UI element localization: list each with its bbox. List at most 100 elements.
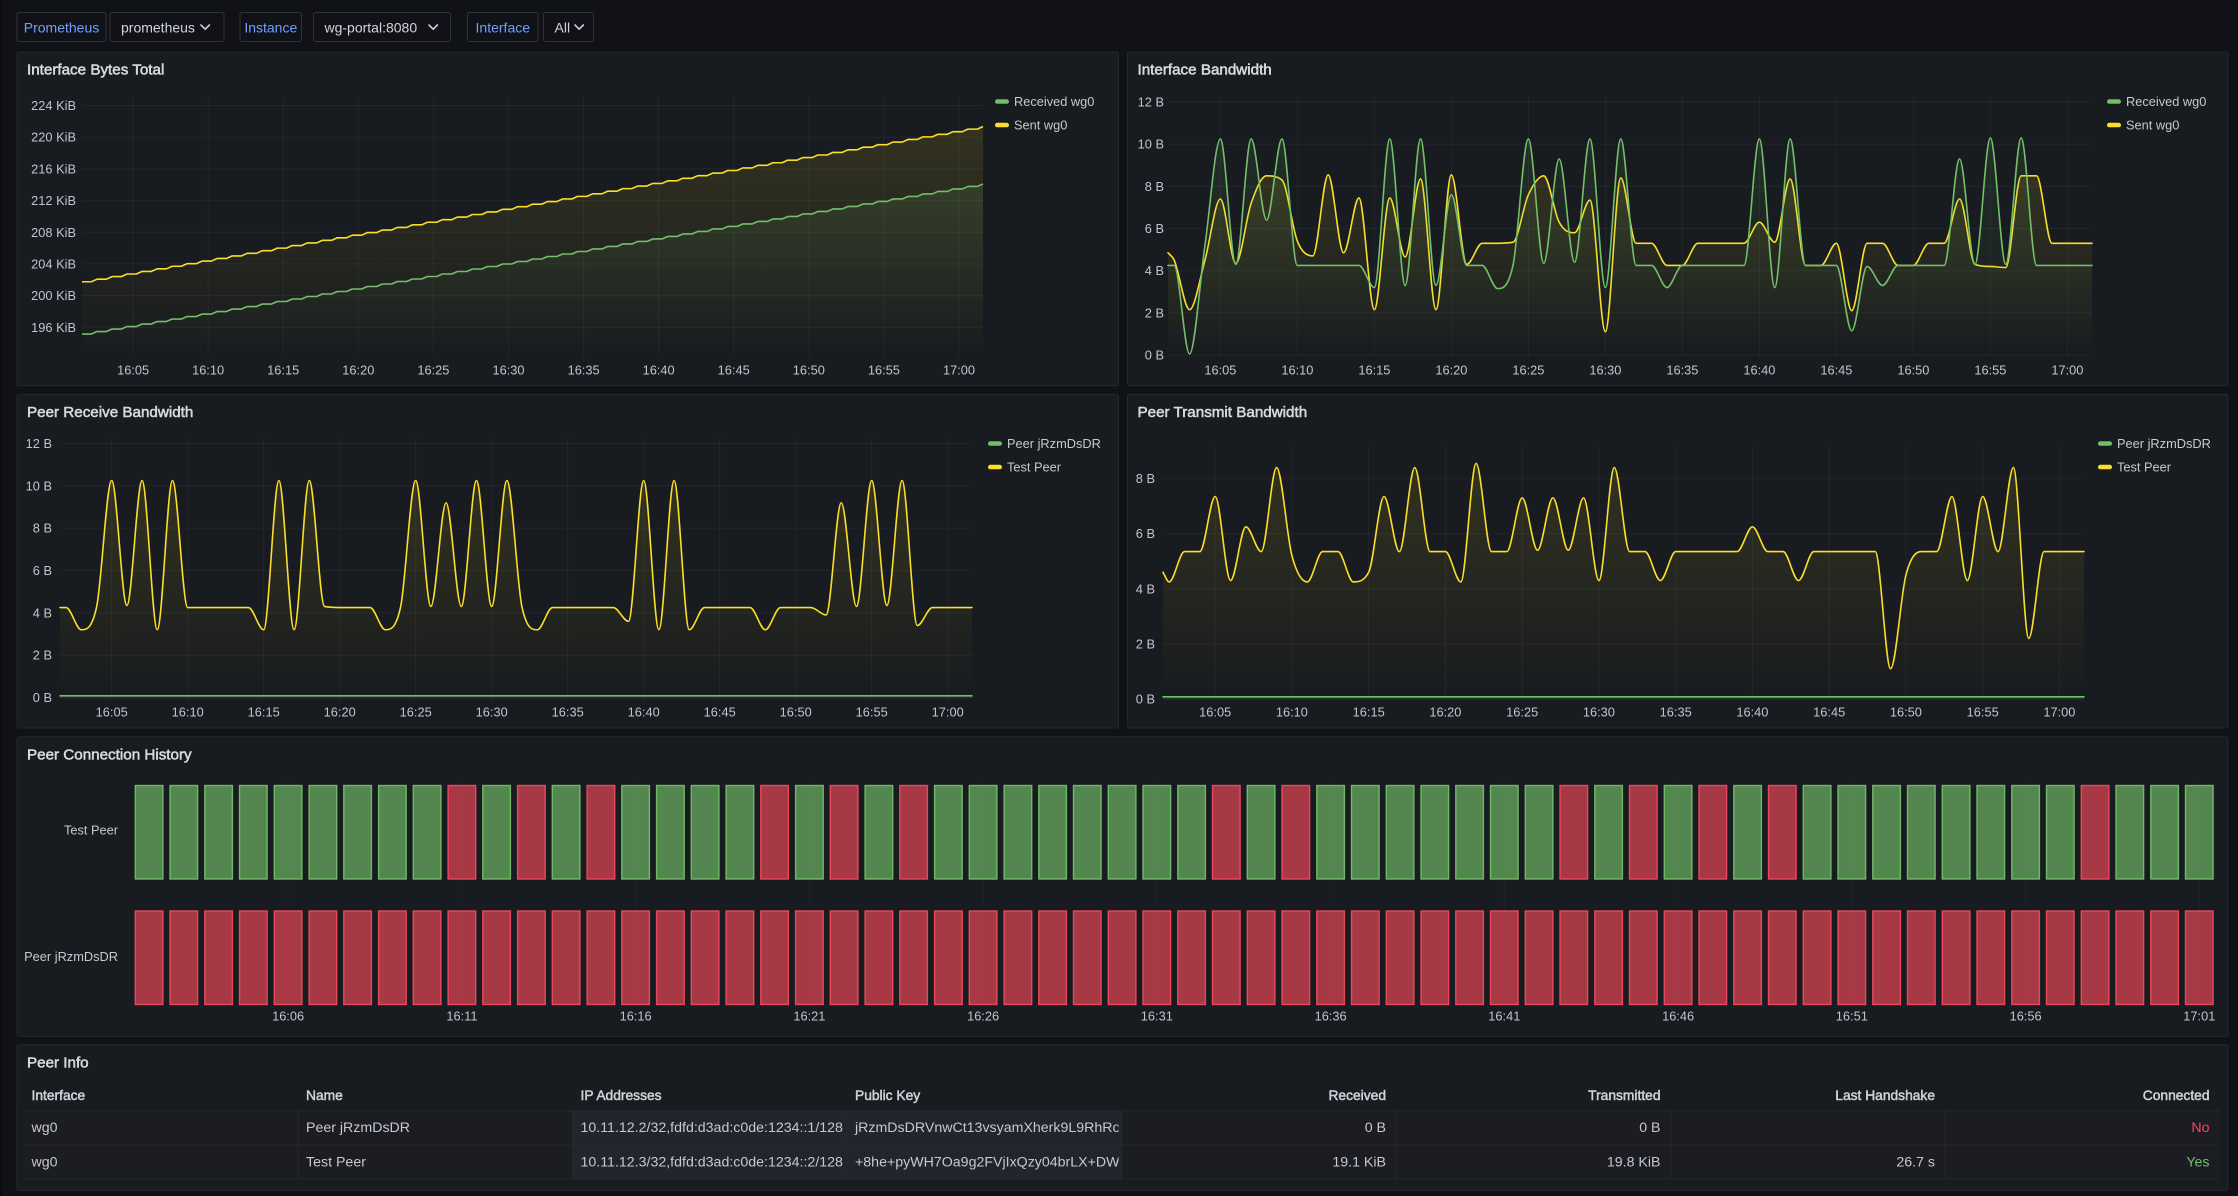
svg-text:4 B: 4 B: [1145, 263, 1164, 278]
svg-text:16:15: 16:15: [1353, 705, 1385, 720]
svg-text:0 B: 0 B: [1365, 1120, 1386, 1136]
svg-text:220 KiB: 220 KiB: [31, 130, 76, 145]
svg-text:0 B: 0 B: [1639, 1120, 1660, 1136]
svg-text:17:00: 17:00: [2043, 705, 2075, 720]
svg-text:Peer jRzmDsDR: Peer jRzmDsDR: [1007, 436, 1101, 451]
svg-text:8 B: 8 B: [1136, 471, 1155, 486]
svg-text:16:50: 16:50: [780, 705, 812, 720]
svg-text:8 B: 8 B: [33, 521, 52, 536]
svg-text:Instance: Instance: [244, 20, 297, 36]
svg-text:16:35: 16:35: [552, 705, 584, 720]
svg-text:19.1 KiB: 19.1 KiB: [1332, 1154, 1386, 1170]
svg-text:16:40: 16:40: [628, 705, 660, 720]
svg-text:Received wg0: Received wg0: [1014, 94, 1094, 109]
svg-text:prometheus: prometheus: [121, 20, 195, 36]
svg-text:16:10: 16:10: [172, 705, 204, 720]
svg-text:6 B: 6 B: [1136, 526, 1155, 541]
svg-text:Interface: Interface: [476, 20, 531, 36]
svg-text:16:55: 16:55: [856, 705, 888, 720]
svg-text:212 KiB: 212 KiB: [31, 193, 76, 208]
svg-text:Peer Connection History: Peer Connection History: [27, 746, 192, 763]
svg-text:16:06: 16:06: [272, 1009, 304, 1024]
svg-text:16:55: 16:55: [1974, 363, 2006, 378]
svg-text:16:05: 16:05: [1204, 363, 1236, 378]
svg-text:16:25: 16:25: [417, 363, 449, 378]
svg-text:16:11: 16:11: [446, 1009, 477, 1024]
svg-text:0 B: 0 B: [1136, 692, 1155, 707]
svg-text:224 KiB: 224 KiB: [31, 98, 76, 113]
svg-text:16:20: 16:20: [1429, 705, 1461, 720]
svg-text:16:25: 16:25: [1512, 363, 1544, 378]
svg-text:216 KiB: 216 KiB: [31, 161, 76, 176]
svg-text:16:45: 16:45: [1820, 363, 1852, 378]
svg-text:16:05: 16:05: [1199, 705, 1231, 720]
svg-text:16:56: 16:56: [2010, 1009, 2042, 1024]
svg-text:16:15: 16:15: [248, 705, 280, 720]
svg-text:16:46: 16:46: [1662, 1009, 1694, 1024]
svg-text:0 B: 0 B: [33, 690, 52, 705]
svg-text:Test Peer: Test Peer: [1007, 460, 1062, 475]
svg-text:6 B: 6 B: [33, 563, 52, 578]
svg-text:6 B: 6 B: [1145, 221, 1164, 236]
svg-text:16:31: 16:31: [1141, 1009, 1173, 1024]
svg-text:16:15: 16:15: [1358, 363, 1390, 378]
svg-text:16:20: 16:20: [342, 363, 374, 378]
svg-text:Interface Bytes Total: Interface Bytes Total: [27, 62, 164, 79]
svg-text:Prometheus: Prometheus: [24, 20, 99, 36]
svg-text:Interface Bandwidth: Interface Bandwidth: [1138, 62, 1272, 79]
svg-text:Test Peer: Test Peer: [306, 1154, 366, 1170]
svg-text:8 B: 8 B: [1145, 179, 1164, 194]
svg-text:16:50: 16:50: [1897, 363, 1929, 378]
svg-text:200 KiB: 200 KiB: [31, 288, 76, 303]
svg-text:10.11.12.3/32,fdfd:d3ad:c0de:1: 10.11.12.3/32,fdfd:d3ad:c0de:1234::2/128: [581, 1154, 844, 1170]
svg-text:4 B: 4 B: [1136, 581, 1155, 596]
svg-text:Peer Transmit Bandwidth: Peer Transmit Bandwidth: [1138, 404, 1308, 421]
svg-text:4 B: 4 B: [33, 605, 52, 620]
svg-text:16:45: 16:45: [718, 363, 750, 378]
svg-text:26.7 s: 26.7 s: [1896, 1154, 1935, 1170]
svg-text:2 B: 2 B: [1145, 305, 1164, 320]
svg-text:Test Peer: Test Peer: [2117, 460, 2172, 475]
svg-text:Peer jRzmDsDR: Peer jRzmDsDR: [24, 949, 118, 964]
svg-text:+8he+pyWH7Oa9g2FVjIxQzy04brLX+: +8he+pyWH7Oa9g2FVjIxQzy04brLX+DW: [855, 1154, 1120, 1170]
svg-text:16:10: 16:10: [1276, 705, 1308, 720]
svg-text:Name: Name: [306, 1088, 343, 1103]
svg-text:16:51: 16:51: [1836, 1009, 1868, 1024]
svg-text:16:40: 16:40: [1736, 705, 1768, 720]
svg-text:16:35: 16:35: [568, 363, 600, 378]
svg-text:Peer jRzmDsDR: Peer jRzmDsDR: [306, 1120, 410, 1136]
svg-text:16:40: 16:40: [1743, 363, 1775, 378]
svg-text:16:50: 16:50: [793, 363, 825, 378]
svg-text:Peer Info: Peer Info: [27, 1054, 89, 1071]
svg-text:0 B: 0 B: [1145, 348, 1164, 363]
svg-text:16:25: 16:25: [1506, 705, 1538, 720]
svg-text:jRzmDsDRVnwCt13vsyamXherk9L9Rh: jRzmDsDRVnwCt13vsyamXherk9L9RhRo: [854, 1120, 1121, 1136]
svg-text:wg0: wg0: [31, 1154, 58, 1170]
svg-text:16:30: 16:30: [476, 705, 508, 720]
svg-text:2 B: 2 B: [33, 648, 52, 663]
svg-text:204 KiB: 204 KiB: [31, 256, 76, 271]
svg-text:Interface: Interface: [32, 1088, 86, 1103]
svg-text:16:20: 16:20: [324, 705, 356, 720]
svg-text:19.8 KiB: 19.8 KiB: [1607, 1154, 1661, 1170]
svg-text:16:35: 16:35: [1660, 705, 1692, 720]
svg-text:16:35: 16:35: [1666, 363, 1698, 378]
svg-text:17:00: 17:00: [2051, 363, 2083, 378]
svg-text:Sent wg0: Sent wg0: [1014, 118, 1067, 133]
svg-text:Connected: Connected: [2143, 1088, 2210, 1103]
svg-text:16:30: 16:30: [492, 363, 524, 378]
svg-text:wg-portal:8080: wg-portal:8080: [324, 20, 418, 36]
svg-text:Public Key: Public Key: [855, 1088, 920, 1103]
svg-text:16:10: 16:10: [192, 363, 224, 378]
svg-text:16:05: 16:05: [96, 705, 128, 720]
svg-text:17:00: 17:00: [932, 705, 964, 720]
svg-text:IP Addresses: IP Addresses: [581, 1088, 662, 1103]
svg-text:16:30: 16:30: [1583, 705, 1615, 720]
svg-text:Yes: Yes: [2186, 1154, 2209, 1170]
svg-text:16:50: 16:50: [1890, 705, 1922, 720]
svg-text:Sent wg0: Sent wg0: [2126, 118, 2179, 133]
svg-text:16:21: 16:21: [793, 1009, 825, 1024]
svg-text:16:41: 16:41: [1488, 1009, 1520, 1024]
svg-text:16:30: 16:30: [1589, 363, 1621, 378]
svg-text:17:00: 17:00: [943, 363, 975, 378]
